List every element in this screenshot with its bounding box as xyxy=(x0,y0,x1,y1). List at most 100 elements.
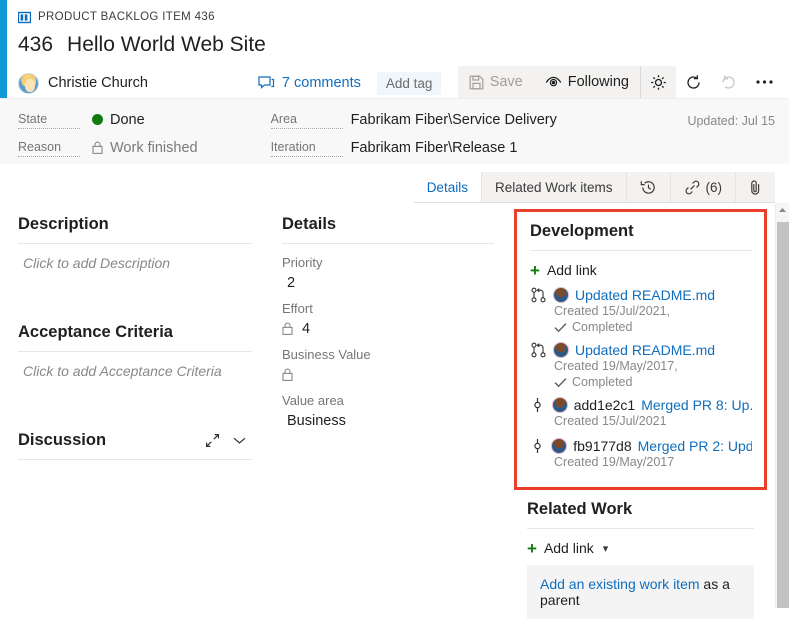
work-item-title[interactable]: Hello World Web Site xyxy=(67,33,266,57)
comments-link[interactable]: 7 comments xyxy=(258,75,361,91)
history-icon xyxy=(640,179,657,196)
acceptance-criteria-input[interactable]: Click to add Acceptance Criteria xyxy=(18,363,256,379)
add-parent-suggestion[interactable]: Add an existing work item as a parent xyxy=(527,565,754,619)
reason-field-value-group: Work finished xyxy=(92,140,198,156)
save-label: Save xyxy=(490,74,523,90)
iteration-field-label: Iteration xyxy=(271,140,343,157)
vertical-scrollbar[interactable] xyxy=(775,203,789,608)
description-divider xyxy=(18,243,252,244)
chevron-down-icon[interactable] xyxy=(233,436,246,445)
updated-timestamp: Updated: Jul 15 xyxy=(687,114,775,128)
work-item-type-label: PRODUCT BACKLOG ITEM 436 xyxy=(38,11,215,23)
link-created-date: Created 19/May/2017, xyxy=(530,358,752,375)
eye-icon xyxy=(545,76,562,89)
details-column: Details Priority 2 Effort 4 Business Val… xyxy=(270,203,506,608)
link-status: Completed xyxy=(530,320,752,334)
link-title[interactable]: Merged PR 2: Upd... xyxy=(638,438,752,454)
list-item[interactable]: Updated README.md Created 19/May/2017, C… xyxy=(530,342,752,389)
commit-sha: add1e2c1 xyxy=(574,397,636,413)
description-title: Description xyxy=(18,215,252,243)
priority-value[interactable]: 2 xyxy=(282,273,494,292)
link-title[interactable]: Updated README.md xyxy=(575,342,715,358)
iteration-field[interactable]: Iteration Fabrikam Fiber\Release 1 xyxy=(271,138,557,157)
avatar[interactable] xyxy=(18,73,39,94)
iteration-field-value: Fabrikam Fiber\Release 1 xyxy=(351,140,518,156)
priority-label: Priority xyxy=(282,255,494,270)
related-work-add-link-label: Add link xyxy=(544,540,594,556)
work-item-content: Description Click to add Description Acc… xyxy=(0,203,775,608)
related-work-add-link-button[interactable]: + Add link ▾ xyxy=(527,540,754,556)
tab-links[interactable]: (6) xyxy=(671,172,737,202)
checkmark-icon xyxy=(554,377,567,388)
expand-icon[interactable] xyxy=(205,433,220,448)
link-created-date: Created 15/Jul/2021 xyxy=(530,413,752,430)
follow-settings-button[interactable] xyxy=(640,66,676,98)
value-area-value[interactable]: Business xyxy=(282,411,494,430)
backlog-item-icon xyxy=(18,11,31,24)
attachment-icon xyxy=(749,179,762,196)
scrollbar-thumb[interactable] xyxy=(777,222,789,608)
scroll-up-arrow-icon[interactable] xyxy=(776,203,789,213)
spacer xyxy=(18,271,252,323)
link-created-date: Created 19/May/2017 xyxy=(530,454,752,471)
follow-button[interactable]: Following xyxy=(534,66,640,98)
work-item-toolbar: Save Following xyxy=(458,66,783,98)
reason-field-label: Reason xyxy=(18,140,80,157)
ellipsis-icon xyxy=(755,79,774,85)
gear-icon xyxy=(650,74,667,91)
link-status: Completed xyxy=(530,375,752,389)
effort-value-group: 4 xyxy=(282,319,494,338)
acceptance-criteria-title: Acceptance Criteria xyxy=(18,323,252,351)
reason-field[interactable]: Reason Work finished xyxy=(18,138,198,157)
state-field-value-group: Done xyxy=(92,112,145,128)
list-item[interactable]: fb9177d8 Merged PR 2: Upd... Created 19/… xyxy=(530,438,752,471)
more-actions-button[interactable] xyxy=(746,66,783,98)
details-divider xyxy=(282,243,494,244)
list-item[interactable]: Updated README.md Created 15/Jul/2021, C… xyxy=(530,287,752,334)
save-button[interactable]: Save xyxy=(458,66,534,98)
area-fields-column: Area Fabrikam Fiber\Service Delivery Ite… xyxy=(271,110,557,164)
link-header: fb9177d8 Merged PR 2: Upd... xyxy=(530,438,752,454)
link-created-date: Created 15/Jul/2021, xyxy=(530,303,752,320)
save-icon xyxy=(469,75,484,90)
follow-label: Following xyxy=(568,74,629,90)
business-value-group xyxy=(282,365,494,384)
work-item-state-strip: State Done Reason Work finished Area xyxy=(0,98,789,164)
value-area-label: Value area xyxy=(282,393,494,408)
tab-details-label: Details xyxy=(427,180,468,195)
refresh-icon xyxy=(685,74,702,91)
detail-field-effort: Effort 4 xyxy=(282,301,494,338)
link-title[interactable]: Updated README.md xyxy=(575,287,715,303)
detail-field-business-value: Business Value xyxy=(282,347,494,384)
avatar xyxy=(553,342,569,358)
development-add-link-button[interactable]: + Add link xyxy=(530,262,752,278)
development-divider xyxy=(530,250,752,251)
detail-field-priority: Priority 2 xyxy=(282,255,494,292)
state-field[interactable]: State Done xyxy=(18,110,198,129)
tab-history[interactable] xyxy=(627,172,671,202)
tab-details[interactable]: Details xyxy=(414,172,482,202)
tab-attachments[interactable] xyxy=(736,172,775,202)
add-tag-button[interactable]: Add tag xyxy=(377,72,442,95)
discussion-title: Discussion xyxy=(18,431,106,450)
work-item-meta-row: Christie Church 7 comments Add tag xyxy=(18,68,789,98)
list-item[interactable]: add1e2c1 Merged PR 8: Up... Created 15/J… xyxy=(530,397,752,430)
avatar xyxy=(553,287,569,303)
development-add-link-label: Add link xyxy=(547,262,597,278)
area-field[interactable]: Area Fabrikam Fiber\Service Delivery xyxy=(271,110,557,129)
area-field-label: Area xyxy=(271,112,343,129)
area-field-value: Fabrikam Fiber\Service Delivery xyxy=(351,112,557,128)
tab-related-work-items[interactable]: Related Work items xyxy=(482,172,627,202)
description-input[interactable]: Click to add Description xyxy=(18,255,252,271)
lock-icon xyxy=(282,322,293,335)
development-panel: Development + Add link xyxy=(514,209,767,490)
refresh-button[interactable] xyxy=(676,66,711,98)
checkmark-icon xyxy=(554,322,567,333)
undo-button[interactable] xyxy=(711,66,746,98)
lock-icon xyxy=(282,368,293,381)
assigned-to-name[interactable]: Christie Church xyxy=(48,75,148,91)
link-title[interactable]: Merged PR 8: Up... xyxy=(641,397,752,413)
plus-icon: + xyxy=(527,543,537,554)
add-existing-work-item-link[interactable]: Add an existing work item xyxy=(540,576,700,592)
effort-label: Effort xyxy=(282,301,494,316)
